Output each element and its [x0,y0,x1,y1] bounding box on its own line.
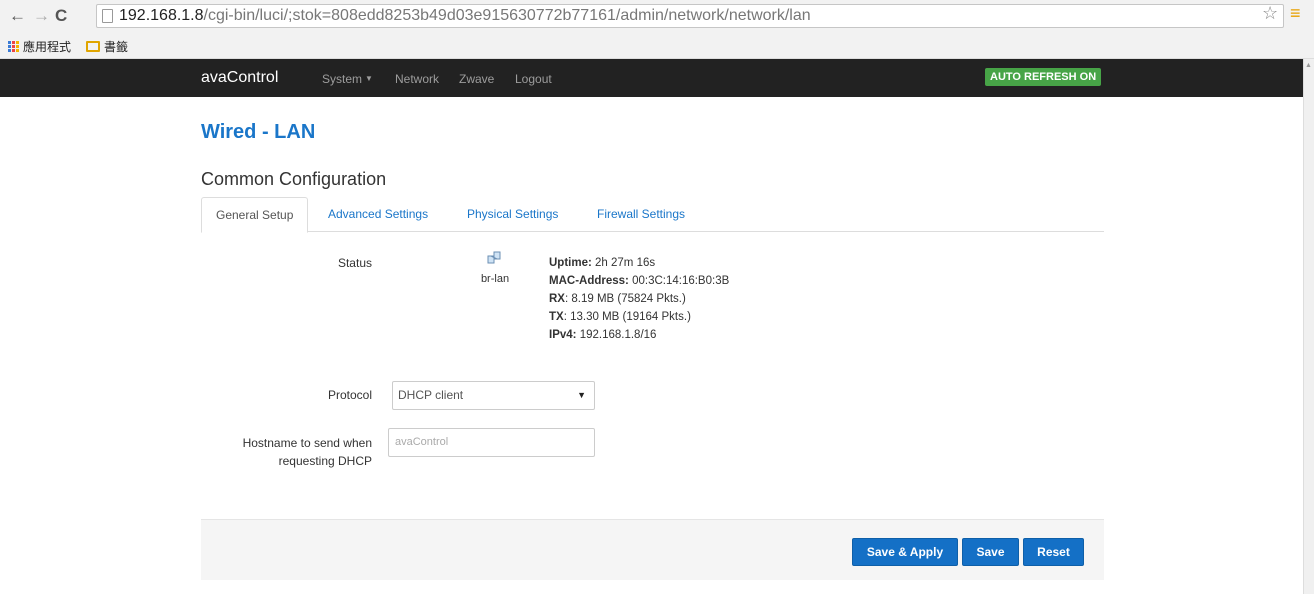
interface-name: br-lan [480,273,510,285]
back-arrow-icon[interactable]: ← [9,6,26,26]
tx-label: TX [549,311,564,323]
page-icon [102,9,113,23]
protocol-label: Protocol [327,388,372,402]
bookmarks-bar: 應用程式 書籤 [0,35,1314,59]
reset-button[interactable]: Reset [1023,538,1084,566]
status-uptime: Uptime: 2h 27m 16s [549,254,729,272]
tab-physical-settings[interactable]: Physical Settings [453,197,572,232]
browser-menu-icon[interactable]: ≡ [1290,3,1301,24]
mac-label: MAC-Address: [549,275,629,287]
uptime-label: Uptime: [549,257,592,269]
uptime-value: 2h 27m 16s [595,257,656,269]
nav-system[interactable]: System ▼ [322,72,373,86]
top-navbar: avaControl System ▼ Network Zwave Logout … [0,59,1303,97]
caret-down-icon: ▼ [365,74,373,83]
rx-value: : 8.19 MB (75824 Pkts.) [564,293,686,305]
save-button[interactable]: Save [962,538,1019,566]
tab-general-setup[interactable]: General Setup [201,197,309,233]
nav-logout[interactable]: Logout [515,72,552,86]
status-details: Uptime: 2h 27m 16s MAC-Address: 00:3C:14… [549,254,729,344]
status-label: Status [337,256,372,270]
form-actions: Save & Apply Save Reset [201,519,1104,580]
bookmark-folder-label: 書籤 [104,40,129,54]
save-apply-button[interactable]: Save & Apply [852,538,958,566]
page-title: Wired - LAN [201,121,316,143]
ipv4-value: 192.168.1.8/16 [579,329,657,341]
protocol-selected-value: DHCP client [398,388,464,402]
forward-arrow-icon[interactable]: → [33,6,50,26]
brand-logo[interactable]: avaControl [201,69,278,87]
auto-refresh-badge[interactable]: AUTO REFRESH ON [985,68,1102,86]
dropdown-caret-icon: ▼ [577,390,586,400]
protocol-select[interactable]: DHCP client ▼ [392,381,595,410]
hostname-label-line-1: Hostname to send when [242,436,372,450]
browser-toolbar: ← → C 192.168.1.8/cgi-bin/luci/;stok=808… [0,0,1314,35]
scrollbar[interactable] [1303,59,1314,594]
config-tabs: General Setup Advanced Settings Physical… [201,197,1104,233]
tx-value: : 13.30 MB (19164 Pkts.) [563,311,691,323]
bookmark-star-icon[interactable]: ☆ [1262,3,1278,24]
scroll-up-icon[interactable]: ▲ [1305,62,1312,69]
nav-system-label: System [322,72,363,86]
hostname-input[interactable]: avaControl [388,428,595,457]
bookmark-apps-label: 應用程式 [23,40,72,54]
hostname-label-line-2: requesting DHCP [278,454,372,468]
status-mac: MAC-Address: 00:3C:14:16:B0:3B [549,272,729,290]
folder-icon [86,41,100,52]
nav-zwave[interactable]: Zwave [459,72,494,86]
address-bar[interactable]: 192.168.1.8/cgi-bin/luci/;stok=808edd825… [96,4,1284,28]
bookmark-folder[interactable]: 書籤 [86,38,128,55]
network-interface-icon [487,251,501,264]
bookmark-apps[interactable]: 應用程式 [8,38,71,55]
tab-advanced-settings[interactable]: Advanced Settings [314,197,442,232]
status-rx: RX: 8.19 MB (75824 Pkts.) [549,290,729,308]
status-tx: TX: 13.30 MB (19164 Pkts.) [549,308,729,326]
section-title: Common Configuration [201,169,387,189]
apps-grid-icon [8,41,19,52]
url-host: 192.168.1.8 [119,7,204,24]
ipv4-label: IPv4: [549,329,577,341]
hostname-label: Hostname to send when requesting DHCP [200,434,372,470]
mac-value: 00:3C:14:16:B0:3B [632,275,730,287]
rx-label: RX [549,293,565,305]
reload-icon[interactable]: C [55,6,67,26]
status-ipv4: IPv4: 192.168.1.8/16 [549,326,729,344]
tab-firewall-settings[interactable]: Firewall Settings [583,197,699,232]
url-path: /cgi-bin/luci/;stok=808edd8253b49d03e915… [203,7,811,24]
nav-network[interactable]: Network [395,72,439,86]
